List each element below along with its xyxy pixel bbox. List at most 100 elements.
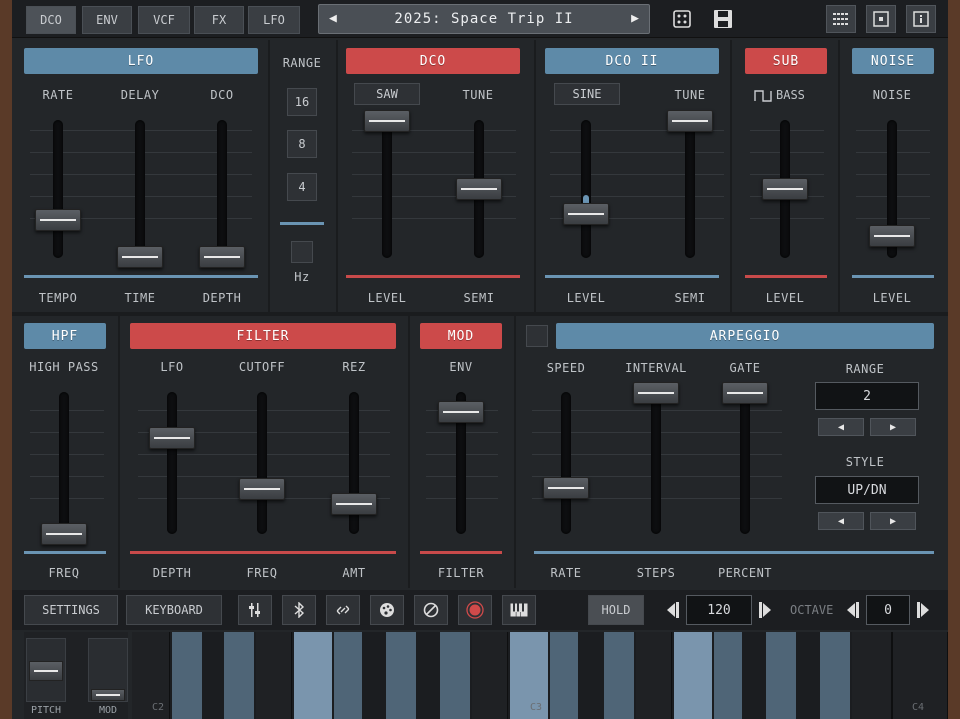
octave-up-button[interactable] xyxy=(916,600,930,620)
arp-range-prev-button[interactable]: ◀ xyxy=(818,418,864,436)
tab-env[interactable]: ENV xyxy=(82,6,132,34)
hpf-freq-slider[interactable] xyxy=(41,523,87,545)
arp-interval-slider[interactable] xyxy=(633,382,679,404)
panic-icon[interactable] xyxy=(414,595,448,625)
tab-lfo[interactable]: LFO xyxy=(248,6,300,34)
lfo-dco-slider[interactable] xyxy=(199,246,245,268)
pitch-wheel-thumb[interactable] xyxy=(29,661,63,681)
sub-level-slider[interactable] xyxy=(762,178,808,200)
link-icon[interactable] xyxy=(326,595,360,625)
pitch-label: PITCH xyxy=(30,705,62,716)
dco2-semi-slider[interactable] xyxy=(667,110,713,132)
filter-lfo-slider[interactable] xyxy=(149,427,195,449)
tempo-down-button[interactable] xyxy=(666,600,680,620)
piano-icon[interactable] xyxy=(502,595,536,625)
white-key[interactable] xyxy=(256,632,292,719)
dco2-wave-button[interactable]: SINE xyxy=(554,83,620,105)
range-8-button[interactable]: 8 xyxy=(287,130,317,158)
black-key[interactable] xyxy=(386,632,416,719)
mixer-icon[interactable] xyxy=(238,595,272,625)
info-icon[interactable] xyxy=(906,5,936,33)
arp-style-prev-button[interactable]: ◀ xyxy=(818,512,864,530)
bluetooth-icon[interactable] xyxy=(282,595,316,625)
black-key-highlighted[interactable] xyxy=(294,632,332,719)
noise-label: NOISE xyxy=(872,88,912,102)
mod-env-slider[interactable] xyxy=(438,401,484,423)
palette-icon[interactable] xyxy=(370,595,404,625)
black-key[interactable] xyxy=(604,632,634,719)
preset-next-arrow[interactable]: ▶ xyxy=(631,11,639,26)
keyboard-button[interactable]: KEYBOARD xyxy=(126,595,222,625)
range-hz-toggle[interactable] xyxy=(291,241,313,263)
dco-semi-slider[interactable] xyxy=(456,178,502,200)
black-key[interactable] xyxy=(334,632,362,719)
arp-speed-slider[interactable] xyxy=(543,477,589,499)
bottom-bar: SETTINGS KEYBOARD HOLD 120 OCTAVE 0 xyxy=(12,590,948,630)
white-key[interactable] xyxy=(852,632,892,719)
save-icon[interactable] xyxy=(712,8,734,30)
octave-down-button[interactable] xyxy=(846,600,860,620)
white-key[interactable] xyxy=(132,632,170,719)
white-key[interactable] xyxy=(472,632,508,719)
black-key[interactable] xyxy=(224,632,254,719)
black-key[interactable] xyxy=(440,632,470,719)
dco-level-slider[interactable] xyxy=(364,110,410,132)
black-key[interactable] xyxy=(714,632,742,719)
arp-style-next-button[interactable]: ▶ xyxy=(870,512,916,530)
tempo-value[interactable]: 120 xyxy=(686,595,752,625)
dco2-level-label: LEVEL xyxy=(566,291,606,305)
filter-cutoff-slider[interactable] xyxy=(239,478,285,500)
record-icon[interactable] xyxy=(458,595,492,625)
black-key[interactable] xyxy=(766,632,796,719)
octave-value[interactable]: 0 xyxy=(866,595,910,625)
dco2-level-slider[interactable] xyxy=(563,203,609,225)
filter-title: FILTER xyxy=(130,323,396,349)
range-4-button[interactable]: 4 xyxy=(287,173,317,201)
arp-underline xyxy=(534,551,934,554)
arp-gate-track xyxy=(740,392,750,534)
piano-keyboard[interactable]: C2 C3 C4 xyxy=(132,632,948,719)
black-key[interactable] xyxy=(820,632,850,719)
settings-button[interactable]: SETTINGS xyxy=(24,595,118,625)
dice-icon[interactable] xyxy=(672,9,692,29)
white-key[interactable] xyxy=(636,632,672,719)
hold-button[interactable]: HOLD xyxy=(588,595,644,625)
arp-enable-toggle[interactable] xyxy=(526,325,548,347)
mod-wheel-thumb[interactable] xyxy=(91,689,125,701)
tab-fx[interactable]: FX xyxy=(194,6,244,34)
lfo-underline xyxy=(24,275,258,278)
black-key-highlighted[interactable] xyxy=(510,632,548,719)
filter-lfo-label: LFO xyxy=(160,360,184,374)
filter-rez-slider[interactable] xyxy=(331,493,377,515)
mod-wheel[interactable] xyxy=(88,638,128,702)
arp-gate-slider[interactable] xyxy=(722,382,768,404)
sub-bass-label: BASS xyxy=(776,88,805,102)
mod-filter-label: FILTER xyxy=(437,566,485,580)
tab-vcf[interactable]: VCF xyxy=(138,6,190,34)
dco-semi-label: SEMI xyxy=(463,291,495,305)
black-key[interactable] xyxy=(172,632,202,719)
lfo-delay-slider[interactable] xyxy=(117,246,163,268)
noise-level-slider[interactable] xyxy=(869,225,915,247)
range-hz-label: Hz xyxy=(294,270,310,284)
preset-selector[interactable]: ◀ 2025: Space Trip II ▶ xyxy=(318,4,650,34)
tempo-up-button[interactable] xyxy=(758,600,772,620)
pitch-wheel[interactable] xyxy=(26,638,66,702)
filter-underline xyxy=(130,551,396,554)
lfo-delay-label: DELAY xyxy=(120,88,160,102)
tab-dco[interactable]: DCO xyxy=(26,6,76,34)
dco-wave-button[interactable]: SAW xyxy=(354,83,420,105)
filter-cutoff-label: CUTOFF xyxy=(238,360,286,374)
black-key-highlighted[interactable] xyxy=(674,632,712,719)
black-key[interactable] xyxy=(550,632,578,719)
arp-range-next-button[interactable]: ▶ xyxy=(870,418,916,436)
dco-level-track xyxy=(382,120,392,258)
lfo-delay-track xyxy=(135,120,145,258)
wheel-panel: PITCH MOD xyxy=(24,632,128,719)
square-wave-icon xyxy=(754,88,772,102)
lfo-rate-slider[interactable] xyxy=(35,209,81,231)
range-16-button[interactable]: 16 xyxy=(287,88,317,116)
window-icon[interactable] xyxy=(866,5,896,33)
grid-icon[interactable] xyxy=(826,5,856,33)
mod-underline xyxy=(420,551,502,554)
